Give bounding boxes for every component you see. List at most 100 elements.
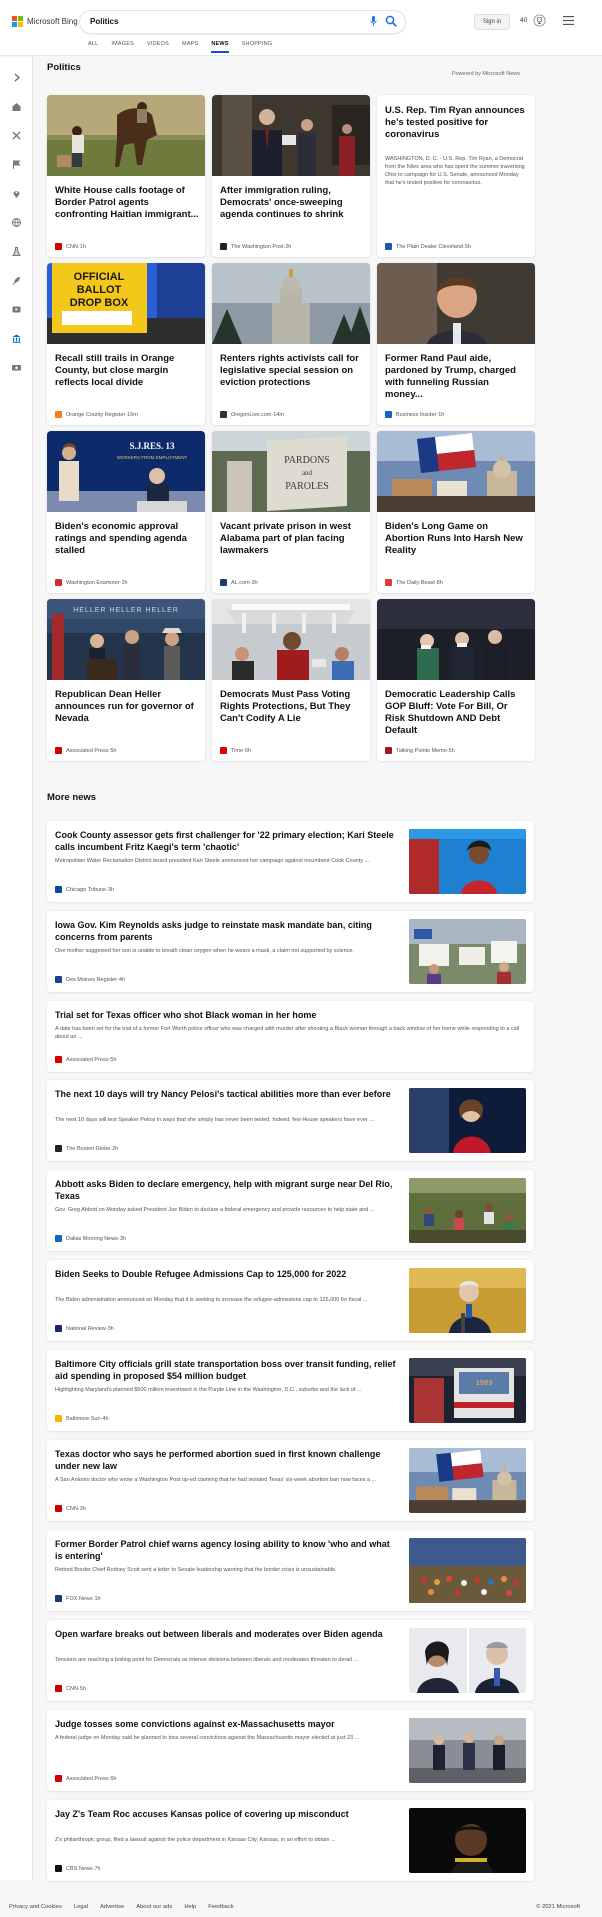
news-card[interactable]: PARDONS and PAROLES Vacant private prison i…: [212, 431, 370, 593]
tab-all[interactable]: ALL: [88, 41, 111, 53]
news-card[interactable]: Democratic Leadership Calls GOP Bluff: V…: [377, 599, 535, 761]
news-list-item[interactable]: Iowa Gov. Kim Reynolds asks judge to rei…: [47, 911, 534, 992]
news-item-title[interactable]: Jay Z's Team Roc accuses Kansas police o…: [55, 1808, 396, 1820]
footer-link-help[interactable]: Help: [184, 1904, 196, 1910]
news-item-title[interactable]: Trial set for Texas officer who shot Bla…: [55, 1009, 526, 1021]
news-card[interactable]: HELLER HELLER HELLER Republican Dean Hell…: [47, 599, 205, 761]
source-name[interactable]: Dallas Morning News: [66, 1236, 118, 1242]
news-card-image[interactable]: [212, 599, 370, 680]
bing-logo[interactable]: Microsoft Bing: [12, 16, 78, 27]
source-name[interactable]: Business Insider: [396, 412, 436, 418]
news-item-thumbnail[interactable]: [409, 829, 526, 894]
news-item-title[interactable]: Biden Seeks to Double Refugee Admissions…: [55, 1268, 396, 1280]
news-item-thumbnail[interactable]: [409, 1088, 526, 1153]
news-card-title[interactable]: Former Rand Paul aide, pardoned by Trump…: [385, 353, 529, 401]
news-card-image[interactable]: [377, 599, 535, 680]
tab-videos[interactable]: VIDEOS: [147, 41, 182, 53]
government-icon[interactable]: [11, 331, 22, 343]
news-card-title[interactable]: U.S. Rep. Tim Ryan announces he's tested…: [385, 105, 529, 141]
search-box[interactable]: Politics: [80, 11, 405, 33]
entertainment-icon[interactable]: [11, 302, 22, 313]
news-item-title[interactable]: Judge tosses some convictions against ex…: [55, 1718, 396, 1730]
source-name[interactable]: Associated Press: [66, 748, 109, 754]
news-item-title[interactable]: Cook County assessor gets first challeng…: [55, 829, 396, 853]
news-item-thumbnail[interactable]: 1983: [409, 1358, 526, 1423]
news-item-thumbnail[interactable]: [409, 1538, 526, 1603]
rewards-trophy-icon[interactable]: [533, 14, 546, 27]
news-list-item[interactable]: Abbott asks Biden to declare emergency, …: [47, 1170, 534, 1251]
source-name[interactable]: CNN: [66, 1686, 78, 1692]
money-icon[interactable]: [11, 360, 22, 371]
news-card-title[interactable]: After immigration ruling, Democrats' onc…: [220, 185, 364, 221]
source-name[interactable]: FOX News: [66, 1596, 93, 1602]
news-card-image[interactable]: [377, 263, 535, 344]
source-name[interactable]: National Review: [66, 1326, 106, 1332]
news-list-item[interactable]: Judge tosses some convictions against ex…: [47, 1710, 534, 1791]
news-card[interactable]: Democrats Must Pass Voting Rights Protec…: [212, 599, 370, 761]
news-card-title[interactable]: Recall still trails in Orange County, bu…: [55, 353, 199, 389]
source-name[interactable]: Washington Examiner: [66, 580, 120, 586]
source-name[interactable]: The Washington Post: [231, 244, 283, 250]
source-name[interactable]: Associated Press: [66, 1776, 109, 1782]
news-card-title[interactable]: Renters rights activists call for legisl…: [220, 353, 364, 389]
news-card-title[interactable]: Biden's economic approval ratings and sp…: [55, 521, 199, 557]
news-item-thumbnail[interactable]: [409, 1808, 526, 1873]
source-name[interactable]: AL.com: [231, 580, 250, 586]
news-card-title[interactable]: Biden's Long Game on Abortion Runs Into …: [385, 521, 529, 557]
news-card-title[interactable]: Democratic Leadership Calls GOP Bluff: V…: [385, 689, 529, 737]
rocket-icon[interactable]: [11, 273, 22, 285]
news-card[interactable]: Former Rand Paul aide, pardoned by Trump…: [377, 263, 535, 425]
source-name[interactable]: The Daily Beast: [396, 580, 435, 586]
news-item-title[interactable]: Iowa Gov. Kim Reynolds asks judge to rei…: [55, 919, 396, 943]
news-item-thumbnail[interactable]: [409, 1448, 526, 1513]
news-list-item[interactable]: Baltimore City officials grill state tra…: [47, 1350, 534, 1431]
footer-link-feedback[interactable]: Feedback: [208, 1904, 233, 1910]
source-name[interactable]: Associated Press: [66, 1057, 109, 1063]
source-name[interactable]: Time: [231, 748, 243, 754]
chevron-right-icon[interactable]: [11, 70, 22, 82]
rewards-points[interactable]: 40: [520, 17, 527, 24]
footer-link-privacy-and-cookies[interactable]: Privacy and Cookies: [9, 1904, 62, 1910]
tab-maps[interactable]: MAPS: [182, 41, 211, 53]
news-card[interactable]: U.S. Rep. Tim Ryan announces he's tested…: [377, 95, 535, 257]
news-item-title[interactable]: Open warfare breaks out between liberals…: [55, 1628, 396, 1640]
news-item-thumbnail[interactable]: [409, 1268, 526, 1333]
news-item-title[interactable]: Baltimore City officials grill state tra…: [55, 1358, 396, 1382]
science-icon[interactable]: [11, 244, 22, 256]
source-name[interactable]: OregonLive.com: [231, 412, 271, 418]
source-name[interactable]: The Boston Globe: [66, 1146, 110, 1152]
news-list-item[interactable]: Open warfare breaks out between liberals…: [47, 1620, 534, 1701]
source-name[interactable]: Des Moines Register: [66, 977, 117, 983]
news-item-thumbnail[interactable]: [409, 1628, 526, 1693]
menu-icon[interactable]: [563, 16, 574, 25]
news-list-item[interactable]: Former Border Patrol chief warns agency …: [47, 1530, 534, 1611]
tab-news[interactable]: NEWS: [211, 41, 229, 53]
tab-images[interactable]: IMAGES: [111, 41, 147, 53]
news-item-thumbnail[interactable]: [409, 1178, 526, 1243]
news-card-image[interactable]: [212, 263, 370, 344]
news-item-title[interactable]: The next 10 days will try Nancy Pelosi's…: [55, 1088, 396, 1100]
news-card-image[interactable]: PARDONS and PAROLES: [212, 431, 370, 512]
news-card-title[interactable]: Democrats Must Pass Voting Rights Protec…: [220, 689, 364, 725]
search-query[interactable]: Politics: [90, 17, 118, 26]
news-list-item[interactable]: Trial set for Texas officer who shot Bla…: [47, 1001, 534, 1072]
news-card[interactable]: S.J.RES. 13 WORKERS FROM EMPLOYMENT Biden'…: [47, 431, 205, 593]
news-card-image[interactable]: OFFICIAL BALLOT DROP BOX: [47, 263, 205, 344]
tab-shopping[interactable]: SHOPPING: [242, 41, 286, 53]
source-name[interactable]: CBS News: [66, 1866, 93, 1872]
source-name[interactable]: Talking Points Memo: [396, 748, 447, 754]
microphone-icon[interactable]: [370, 16, 377, 27]
news-card-title[interactable]: Republican Dean Heller announces run for…: [55, 689, 199, 725]
news-card-title[interactable]: Vacant private prison in west Alabama pa…: [220, 521, 364, 557]
source-name[interactable]: CNN: [66, 1506, 78, 1512]
news-card-image[interactable]: [212, 95, 370, 176]
news-card[interactable]: After immigration ruling, Democrats' onc…: [212, 95, 370, 257]
location-icon[interactable]: [11, 186, 22, 198]
footer-link-about-our-ads[interactable]: About our ads: [136, 1904, 172, 1910]
news-list-item[interactable]: Texas doctor who says he performed abort…: [47, 1440, 534, 1521]
news-card-image[interactable]: [47, 95, 205, 176]
source-name[interactable]: Chicago Tribune: [66, 887, 106, 893]
source-name[interactable]: The Plain Dealer Cleveland: [396, 244, 463, 250]
news-list-item[interactable]: Biden Seeks to Double Refugee Admissions…: [47, 1260, 534, 1341]
source-name[interactable]: Orange County Register: [66, 412, 125, 418]
